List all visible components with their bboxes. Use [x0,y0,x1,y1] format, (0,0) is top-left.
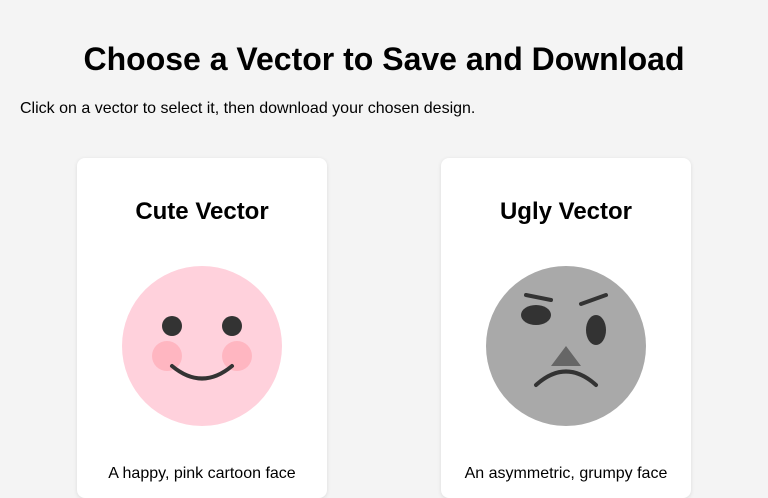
vector-card-title: Cute Vector [135,198,269,225]
cute-face-illustration [122,266,282,426]
ugly-face-right-eye [586,315,606,345]
page-instructions: Click on a vector to select it, then dow… [20,100,476,117]
cute-face-left-cheek [152,341,182,371]
cute-face-left-eye [162,316,182,336]
ugly-face-left-eye [521,305,551,325]
ugly-face-illustration [486,266,646,426]
vector-card-description: A happy, pink cartoon face [108,465,296,482]
vector-card-title: Ugly Vector [499,198,633,225]
vector-card-description: An asymmetric, grumpy face [464,465,668,482]
cute-face-right-eye [222,316,242,336]
vector-card-cute[interactable]: Cute Vector A happy, pink cartoon face [77,158,327,498]
cute-face-head [122,266,282,426]
page-title: Choose a Vector to Save and Download [83,41,685,77]
vector-card-ugly[interactable]: Ugly Vector An asymmetric, grumpy face [441,158,691,498]
cute-face-right-cheek [222,341,252,371]
